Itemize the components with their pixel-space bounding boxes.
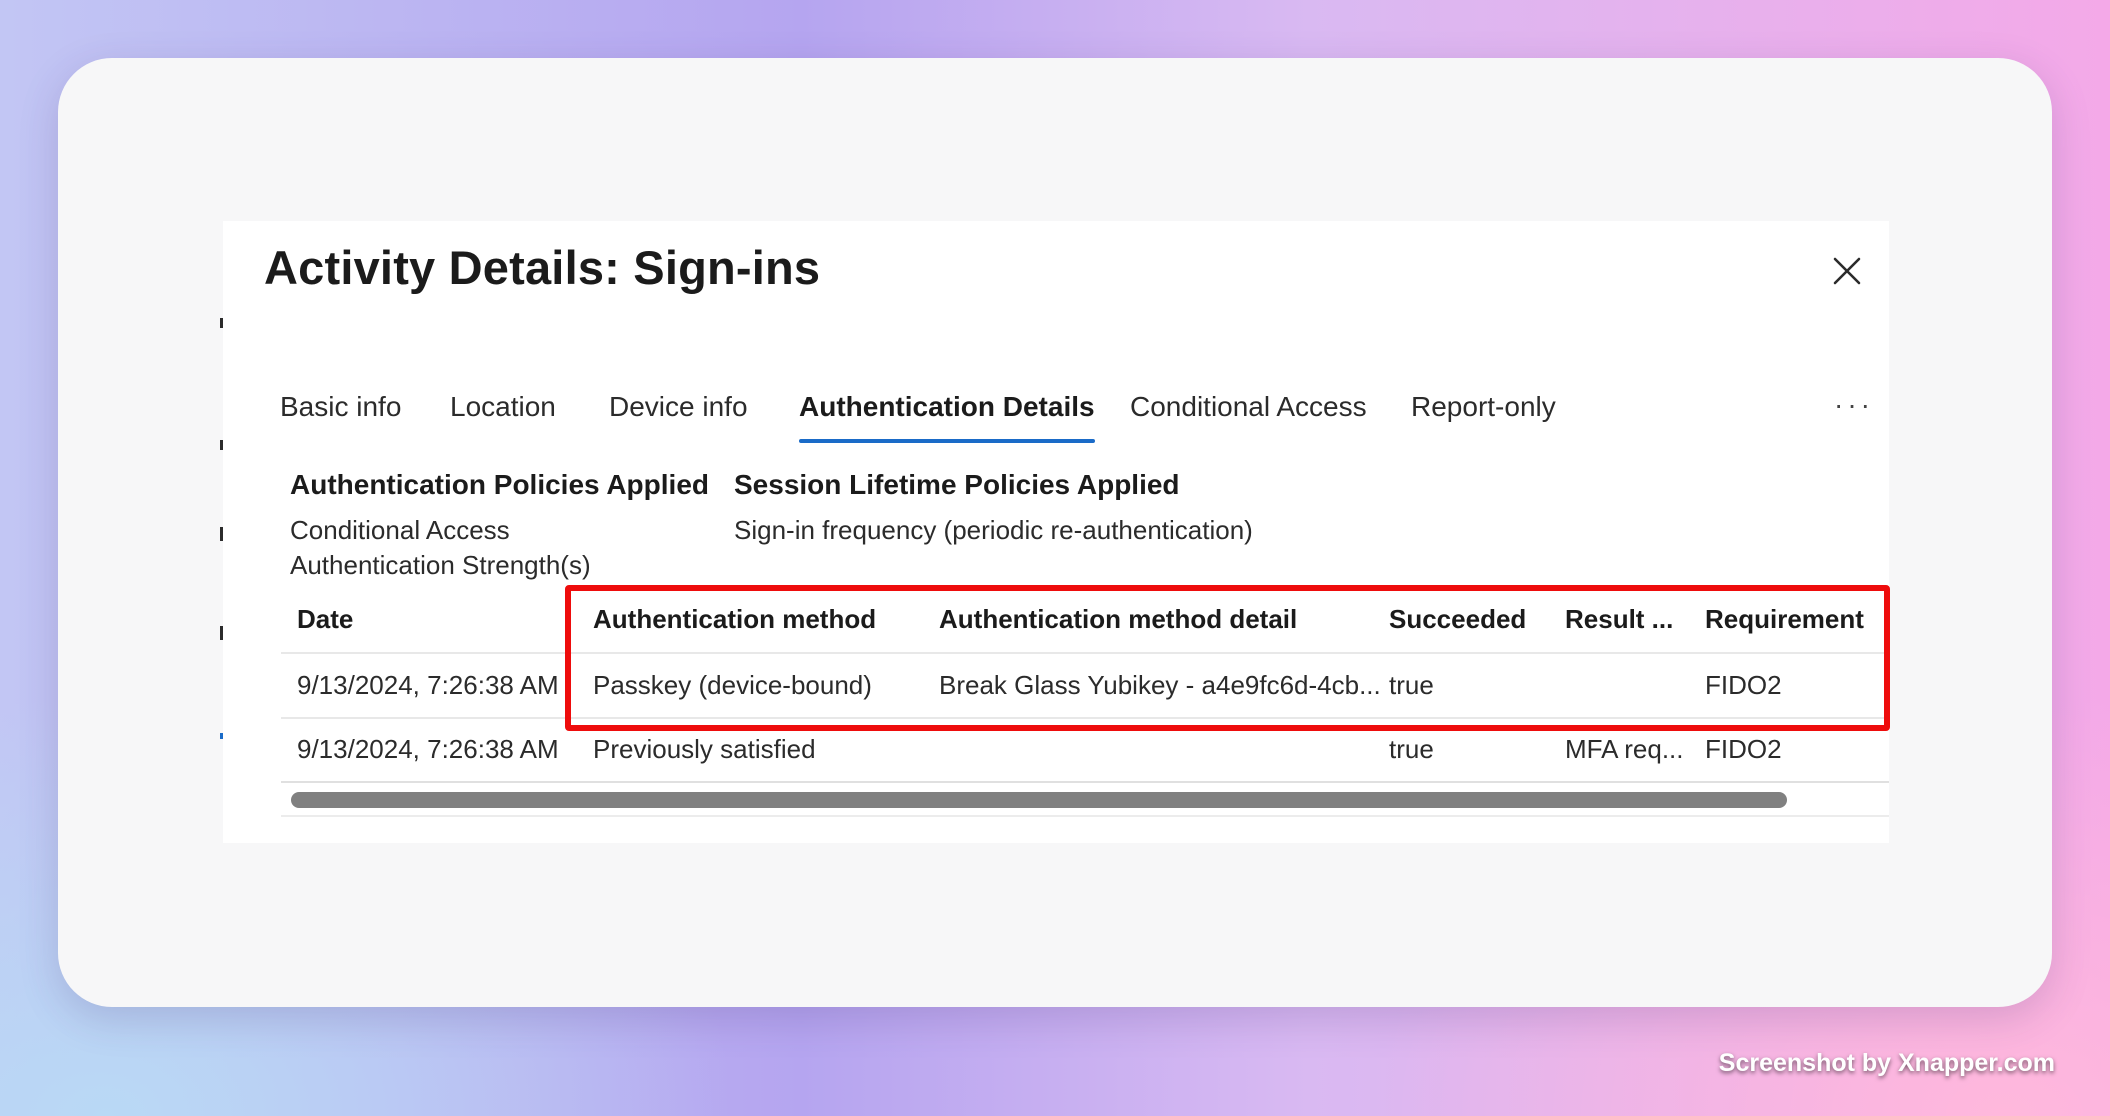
auth-policies-section: Authentication Policies Applied Conditio… (290, 469, 709, 583)
tab-authentication-details[interactable]: Authentication Details (799, 391, 1095, 443)
cell-method: Previously satisfied (593, 733, 816, 764)
session-policies-value: Sign-in frequency (periodic re-authentic… (734, 513, 1253, 548)
cell-succeeded: true (1389, 733, 1434, 764)
xnapper-watermark: Screenshot by Xnapper.com (1718, 1049, 2055, 1077)
table-header-row: Date Authentication method Authenticatio… (281, 586, 1889, 654)
cell-requirement: FIDO2 (1705, 733, 1782, 764)
column-header-method[interactable]: Authentication method (593, 586, 933, 652)
cell-succeeded: true (1389, 669, 1434, 700)
session-policies-section: Session Lifetime Policies Applied Sign-i… (734, 469, 1253, 548)
table-row[interactable]: 9/13/2024, 7:26:38 AM Passkey (device-bo… (281, 653, 1889, 719)
panel-title: Activity Details: Sign-ins (264, 241, 821, 294)
more-tabs-button[interactable]: ··· (1834, 389, 1874, 421)
column-header-succeeded[interactable]: Succeeded (1389, 586, 1559, 652)
auth-policies-heading: Authentication Policies Applied (290, 469, 710, 500)
tab-bar: Basic info Location Device info Authenti… (280, 391, 1880, 463)
cell-date: 9/13/2024, 7:26:38 AM (297, 733, 559, 764)
auth-policies-value: Conditional Access Authentication Streng… (290, 513, 709, 583)
cell-date: 9/13/2024, 7:26:38 AM (297, 669, 559, 700)
column-header-requirement[interactable]: Requirement (1705, 586, 1889, 652)
session-policies-heading: Session Lifetime Policies Applied (734, 469, 1180, 500)
table-row[interactable]: 9/13/2024, 7:26:38 AM Previously satisfi… (281, 717, 1889, 783)
activity-details-panel: Activity Details: Sign-ins Basic info Lo… (223, 221, 1889, 843)
column-header-result[interactable]: Result ... (1565, 586, 1700, 652)
auth-policies-line: Authentication Strength(s) (290, 550, 591, 580)
column-header-method-detail[interactable]: Authentication method detail (939, 586, 1389, 652)
session-policies-line: Sign-in frequency (periodic re-authentic… (734, 515, 1253, 545)
cell-result (1565, 653, 1700, 717)
auth-policies-line: Conditional Access (290, 515, 510, 545)
close-button[interactable] (1825, 249, 1869, 293)
tab-location[interactable]: Location (450, 391, 556, 437)
close-icon (1833, 257, 1861, 285)
cell-result: MFA req... (1565, 733, 1684, 764)
cell-requirement: FIDO2 (1705, 669, 1782, 700)
horizontal-scrollbar[interactable] (281, 787, 1889, 817)
cell-method-detail: Break Glass Yubikey - a4e9fc6d-4cb... (939, 669, 1381, 700)
tab-report-only[interactable]: Report-only (1411, 391, 1556, 437)
tab-basic-info[interactable]: Basic info (280, 391, 401, 437)
tab-conditional-access[interactable]: Conditional Access (1130, 391, 1367, 437)
cell-method: Passkey (device-bound) (593, 669, 872, 700)
scrollbar-thumb[interactable] (291, 792, 1787, 808)
column-header-date[interactable]: Date (297, 586, 587, 652)
tab-device-info[interactable]: Device info (609, 391, 748, 437)
cell-method-detail (939, 717, 1389, 781)
